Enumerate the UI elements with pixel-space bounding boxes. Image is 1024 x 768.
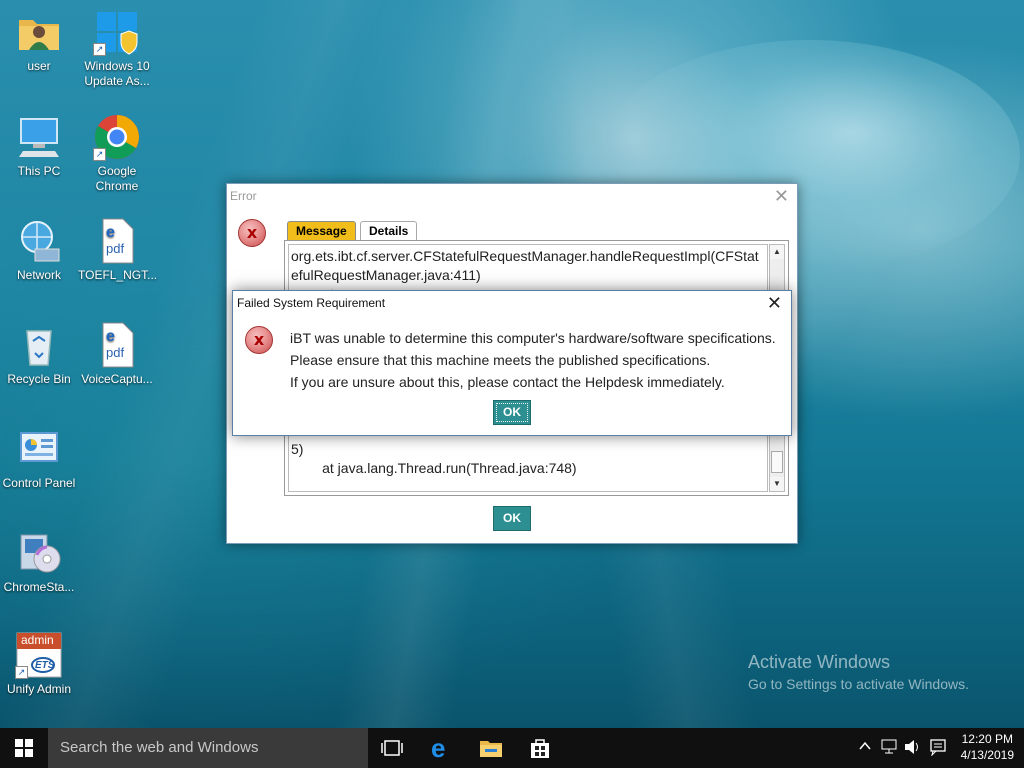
activate-subtitle: Go to Settings to activate Windows. xyxy=(748,676,969,692)
desktop-icon-label: VoiceCaptu... xyxy=(81,372,153,386)
desktop-icon-label: This PC xyxy=(17,164,61,178)
desktop-icon-label: Network xyxy=(16,268,61,282)
recycle-bin-icon xyxy=(15,321,63,369)
unify-admin-icon: admin ETS ↗ xyxy=(15,631,63,679)
desktop-icon-label: Control Panel xyxy=(2,476,76,490)
windows-update-icon: ↗ xyxy=(93,8,141,56)
volume-icon[interactable] xyxy=(903,738,921,768)
details-line: efulRequestManager.java:411) xyxy=(291,267,481,283)
desktop-icon-label: Recycle Bin xyxy=(7,372,71,386)
dialog-title: Failed System Requirement xyxy=(237,296,386,310)
desktop-icon-windows-update[interactable]: ↗ Windows 10 Update As... xyxy=(78,8,156,89)
details-line: org.ets.ibt.cf.server.CFStatefulRequestM… xyxy=(291,248,759,264)
file-explorer-icon[interactable] xyxy=(479,736,503,760)
desktop-icon-label: user xyxy=(27,59,51,73)
desktop-icon-label: TOEFL_NGT... xyxy=(78,268,158,282)
store-icon[interactable] xyxy=(528,736,552,760)
action-center-icon[interactable] xyxy=(929,738,947,768)
failed-requirement-dialog: Failed System Requirement ✕ x iBT was un… xyxy=(232,290,792,436)
taskbar-clock[interactable]: 12:20 PM 4/13/2019 xyxy=(961,731,1014,763)
activate-windows-watermark: Activate Windows Go to Settings to activ… xyxy=(748,652,969,692)
svg-text:e: e xyxy=(106,224,115,241)
error-stop-icon: x xyxy=(238,219,266,247)
taskbar-search-box[interactable]: Search the web and Windows xyxy=(48,728,368,768)
computer-icon xyxy=(15,113,63,161)
dialog-message-line: If you are unsure about this, please con… xyxy=(290,374,725,390)
svg-text:e: e xyxy=(431,736,445,760)
desktop-icon-recycle-bin[interactable]: Recycle Bin xyxy=(0,321,78,387)
details-line: 5) xyxy=(291,441,304,457)
desktop-icon-label: Windows 10 Update As... xyxy=(84,59,150,88)
dialog-message-line: Please ensure that this machine meets th… xyxy=(290,352,711,368)
tab-message[interactable]: Message xyxy=(287,221,356,241)
control-panel-icon xyxy=(15,425,63,473)
shortcut-arrow-icon: ↗ xyxy=(15,666,28,679)
task-view-icon[interactable] xyxy=(380,736,404,760)
desktop-icon-label: Google Chrome xyxy=(95,164,139,193)
error-window-close-icon[interactable]: ✕ xyxy=(774,186,789,207)
pdf-label: pdf xyxy=(106,345,125,360)
show-hidden-icons-chevron-icon[interactable] xyxy=(858,739,872,768)
error-ok-button[interactable]: OK xyxy=(493,506,531,531)
activate-title: Activate Windows xyxy=(748,652,891,672)
installer-icon xyxy=(15,529,63,577)
dialog-stop-icon: x xyxy=(245,326,273,354)
network-tray-icon[interactable] xyxy=(880,738,898,768)
chrome-icon: ↗ xyxy=(93,113,141,161)
dialog-message-line: iBT was unable to determine this compute… xyxy=(290,330,776,346)
network-icon xyxy=(15,217,63,265)
pdf-label: pdf xyxy=(106,241,125,256)
error-window-title: Error xyxy=(230,189,257,203)
dialog-close-icon[interactable]: ✕ xyxy=(767,293,782,314)
details-line: at java.lang.Thread.run(Thread.java:748) xyxy=(291,460,577,476)
pdf-file-icon: e pdf xyxy=(93,217,141,265)
desktop-icon-chrome[interactable]: ↗ Google Chrome xyxy=(78,113,156,194)
clock-date: 4/13/2019 xyxy=(960,748,1014,762)
desktop-icon-this-pc[interactable]: This PC xyxy=(0,113,78,179)
desktop-icon-chromesta[interactable]: ChromeSta... xyxy=(0,529,78,595)
desktop-icon-network[interactable]: Network xyxy=(0,217,78,283)
admin-badge: admin xyxy=(21,633,54,647)
clock-time: 12:20 PM xyxy=(961,732,1013,746)
dialog-ok-button[interactable]: OK xyxy=(493,400,531,425)
scroll-down-arrow-icon[interactable]: ▼ xyxy=(770,477,784,491)
desktop-icon-voicecapture-pdf[interactable]: e pdf VoiceCaptu... xyxy=(78,321,156,387)
windows-logo-icon xyxy=(15,739,33,757)
svg-text:e: e xyxy=(106,328,115,345)
tab-details[interactable]: Details xyxy=(360,221,418,241)
dialog-message: iBT was unable to determine this compute… xyxy=(290,327,776,393)
shortcut-arrow-icon: ↗ xyxy=(93,148,106,161)
taskbar: Search the web and Windows e 12:20 PM 4/… xyxy=(0,728,1024,768)
shortcut-arrow-icon: ↗ xyxy=(93,43,106,56)
desktop-icon-label: ChromeSta... xyxy=(3,580,75,594)
pdf-file-icon: e pdf xyxy=(93,321,141,369)
desktop-icon-user[interactable]: user xyxy=(0,8,78,74)
desktop-icon-toefl-pdf[interactable]: e pdf TOEFL_NGT... xyxy=(78,217,158,283)
scroll-up-arrow-icon[interactable]: ▲ xyxy=(770,245,784,259)
desktop-icon-unify-admin[interactable]: admin ETS ↗ Unify Admin xyxy=(0,631,78,697)
edge-icon[interactable]: e xyxy=(430,733,454,763)
desktop-icon-control-panel[interactable]: Control Panel xyxy=(0,425,78,491)
ets-logo-text: ETS xyxy=(35,660,55,671)
scroll-thumb[interactable] xyxy=(771,451,783,473)
start-button[interactable] xyxy=(0,728,48,768)
desktop-icon-label: Unify Admin xyxy=(6,682,72,696)
user-folder-icon xyxy=(15,8,63,56)
